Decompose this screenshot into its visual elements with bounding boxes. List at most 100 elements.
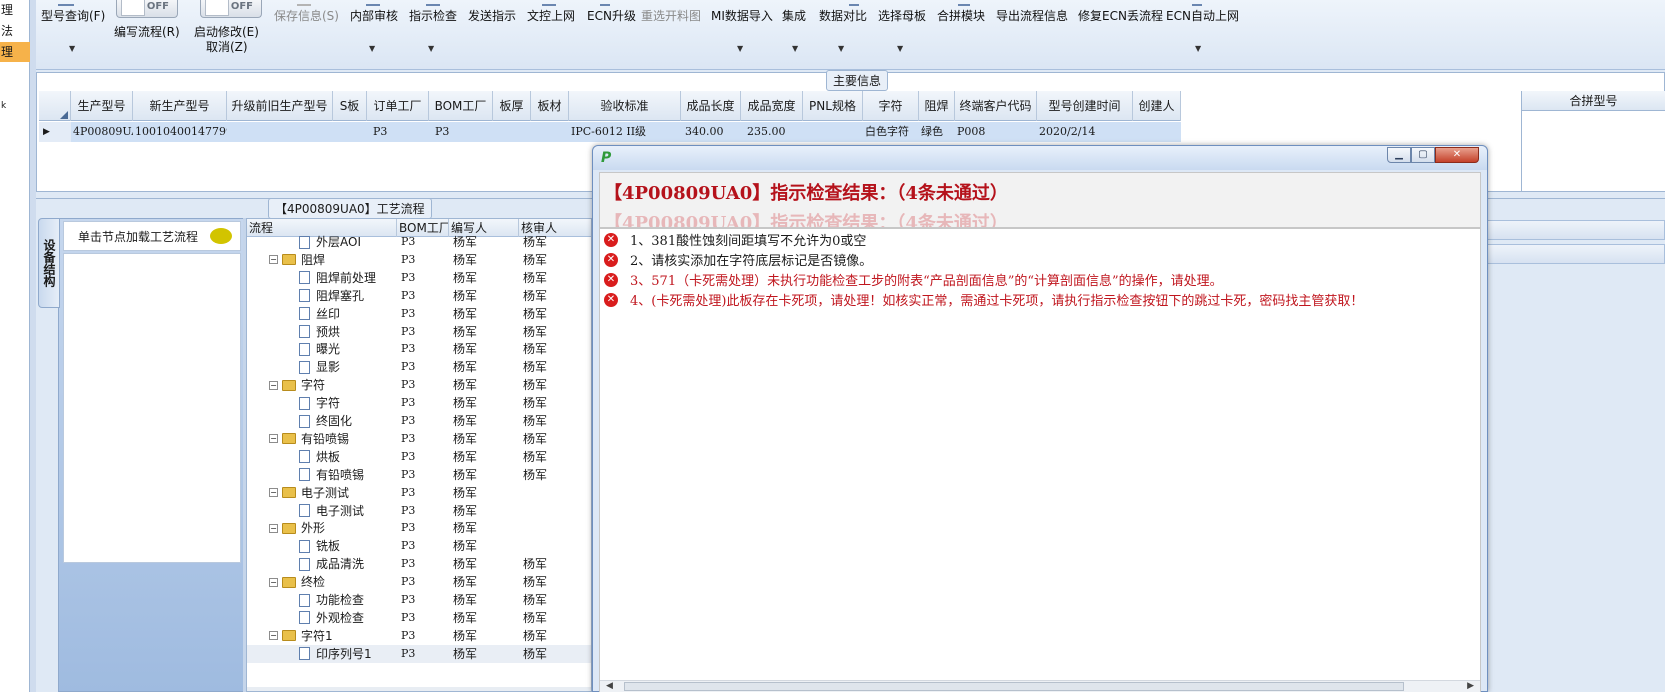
tree-node[interactable]: 丝印 bbox=[299, 305, 340, 323]
mi-import-button[interactable]: MI数据导入 bbox=[711, 8, 773, 24]
writer-cell[interactable]: 杨军 bbox=[453, 394, 477, 412]
factory-cell[interactable]: P3 bbox=[401, 251, 415, 269]
reviewer-cell[interactable]: 杨军 bbox=[523, 233, 547, 251]
choose-master-button[interactable]: 选择母板 bbox=[878, 8, 926, 24]
table-cell[interactable]: P3 bbox=[429, 122, 493, 142]
table-cell[interactable] bbox=[803, 122, 863, 142]
reviewer-cell[interactable]: 杨军 bbox=[523, 340, 547, 358]
table-cell[interactable]: 340.00 bbox=[681, 122, 741, 142]
writer-cell[interactable]: 杨军 bbox=[453, 305, 477, 323]
column-header[interactable]: 升级前旧生产型号 bbox=[227, 91, 333, 121]
left-nav-item[interactable]: 法 bbox=[0, 21, 30, 41]
column-header[interactable]: 验收标准 bbox=[569, 91, 681, 121]
factory-cell[interactable]: P3 bbox=[401, 502, 415, 520]
doc-upload-button[interactable]: 文控上网 bbox=[527, 8, 575, 24]
collapse-icon[interactable]: − bbox=[269, 577, 278, 587]
collapse-icon[interactable]: − bbox=[269, 523, 278, 533]
edit-flow-button[interactable]: 编写流程(R) bbox=[114, 23, 180, 40]
factory-cell[interactable]: P3 bbox=[401, 519, 415, 537]
chevron-down-icon[interactable]: ▼ bbox=[737, 44, 743, 53]
factory-cell[interactable]: P3 bbox=[401, 591, 415, 609]
tree-step-row[interactable]: 字符 P3 杨军 杨军 bbox=[247, 394, 591, 412]
tree-step-row[interactable]: 功能检查 P3 杨军 杨军 bbox=[247, 591, 591, 609]
tree-node[interactable]: 印序列号1 bbox=[299, 645, 372, 663]
factory-cell[interactable]: P3 bbox=[401, 233, 415, 251]
tree-step-row[interactable]: 电子测试 P3 杨军 bbox=[247, 502, 591, 520]
tree-node[interactable]: − 字符 bbox=[269, 376, 325, 394]
table-cell[interactable] bbox=[333, 122, 367, 142]
grid-corner[interactable] bbox=[39, 91, 71, 121]
chevron-down-icon[interactable]: ▼ bbox=[369, 44, 375, 53]
column-header[interactable]: 字符 bbox=[863, 91, 919, 121]
start-edit-toggle[interactable]: OFF bbox=[200, 0, 262, 18]
reselect-drawing-button[interactable]: 重选开料图 bbox=[641, 8, 701, 24]
reviewer-cell[interactable]: 杨军 bbox=[523, 645, 547, 663]
writer-cell[interactable]: 杨军 bbox=[453, 591, 477, 609]
check-failure-item[interactable]: ✕ 3、571（卡死需处理）未执行功能检查工步的附表“产品剖面信息”的“计算剖面信… bbox=[604, 270, 1223, 289]
writer-cell[interactable]: 杨军 bbox=[453, 537, 477, 555]
tree-node[interactable]: 烘板 bbox=[299, 448, 340, 466]
reviewer-cell[interactable]: 杨军 bbox=[523, 251, 547, 269]
tree-step-row[interactable]: 铣板 P3 杨军 bbox=[247, 537, 591, 555]
chevron-down-icon[interactable]: ▼ bbox=[838, 44, 844, 53]
writer-cell[interactable]: 杨军 bbox=[453, 412, 477, 430]
tree-node[interactable]: − 阻焊 bbox=[269, 251, 325, 269]
column-header[interactable]: S板 bbox=[333, 91, 367, 121]
factory-cell[interactable]: P3 bbox=[401, 484, 415, 502]
maximize-button[interactable]: ▢ bbox=[1411, 147, 1435, 163]
column-header[interactable]: 成品长度 bbox=[681, 91, 741, 121]
column-header[interactable]: 板材 bbox=[531, 91, 569, 121]
tree-node[interactable]: 阻焊塞孔 bbox=[299, 287, 364, 305]
writer-cell[interactable]: 杨军 bbox=[453, 555, 477, 573]
factory-cell[interactable]: P3 bbox=[401, 645, 415, 663]
horizontal-scrollbar[interactable]: ◀ ▶ bbox=[600, 680, 1480, 692]
writer-cell[interactable]: 杨军 bbox=[453, 376, 477, 394]
column-header[interactable]: PNL规格 bbox=[803, 91, 863, 121]
cancel-button[interactable]: 取消(Z) bbox=[206, 38, 248, 55]
factory-cell[interactable]: P3 bbox=[401, 340, 415, 358]
reviewer-cell[interactable]: 杨军 bbox=[523, 412, 547, 430]
tree-step-row[interactable]: 预烘 P3 杨军 杨军 bbox=[247, 323, 591, 341]
reviewer-cell[interactable]: 杨军 bbox=[523, 466, 547, 484]
column-header[interactable]: 板厚 bbox=[493, 91, 531, 121]
factory-cell[interactable]: P3 bbox=[401, 627, 415, 645]
writer-cell[interactable]: 杨军 bbox=[453, 233, 477, 251]
tree-group-row[interactable]: − 有铅喷锡 P3 杨军 杨军 bbox=[247, 430, 591, 448]
tree-node[interactable]: 预烘 bbox=[299, 323, 340, 341]
tree-node[interactable]: − 字符1 bbox=[269, 627, 333, 645]
check-failure-item[interactable]: ✕ 4、(卡死需处理)此板存在卡死项，请处理！如核实正常，需通过卡死项，请执行指示… bbox=[604, 290, 1363, 309]
tree-group-row[interactable]: − 阻焊 P3 杨军 杨军 bbox=[247, 251, 591, 269]
table-cell[interactable]: 2020/2/14 bbox=[1037, 122, 1133, 142]
horizontal-scrollbar[interactable] bbox=[247, 687, 591, 691]
chevron-down-icon[interactable]: ▼ bbox=[428, 44, 434, 53]
right-panel-bar[interactable] bbox=[1484, 244, 1665, 264]
reviewer-cell[interactable]: 杨军 bbox=[523, 358, 547, 376]
merge-model-header[interactable]: 合拼型号 bbox=[1522, 91, 1665, 111]
table-cell[interactable]: 10010400147799 bbox=[133, 122, 227, 142]
tree-group-row[interactable]: − 字符1 P3 杨军 杨军 bbox=[247, 627, 591, 645]
scroll-left-icon[interactable]: ◀ bbox=[606, 681, 613, 692]
tree-step-row[interactable]: 曝光 P3 杨军 杨军 bbox=[247, 340, 591, 358]
tree-step-row[interactable]: 阻焊塞孔 P3 杨军 杨军 bbox=[247, 287, 591, 305]
reviewer-cell[interactable]: 杨军 bbox=[523, 323, 547, 341]
left-nav-item[interactable]: k bbox=[0, 96, 30, 116]
collapse-icon[interactable]: − bbox=[269, 434, 278, 444]
chevron-down-icon[interactable]: ▼ bbox=[897, 44, 903, 53]
factory-cell[interactable]: P3 bbox=[401, 537, 415, 555]
scrollbar-thumb[interactable] bbox=[624, 682, 1404, 691]
reviewer-cell[interactable]: 杨军 bbox=[523, 287, 547, 305]
factory-cell[interactable]: P3 bbox=[401, 358, 415, 376]
writer-cell[interactable]: 杨军 bbox=[453, 287, 477, 305]
export-flow-button[interactable]: 导出流程信息 bbox=[996, 8, 1068, 24]
tree-step-row[interactable]: 阻焊前处理 P3 杨军 杨军 bbox=[247, 269, 591, 287]
column-header[interactable]: 新生产型号 bbox=[133, 91, 227, 121]
collapse-icon[interactable]: − bbox=[269, 488, 278, 498]
reviewer-cell[interactable]: 杨军 bbox=[523, 376, 547, 394]
table-cell[interactable]: 白色字符 bbox=[863, 122, 919, 142]
collapse-icon[interactable]: − bbox=[269, 255, 278, 265]
tree-node[interactable]: 阻焊前处理 bbox=[299, 269, 376, 287]
left-nav-item[interactable]: 理 bbox=[0, 0, 30, 20]
factory-cell[interactable]: P3 bbox=[401, 448, 415, 466]
tree-node[interactable]: 终固化 bbox=[299, 412, 352, 430]
tree-node[interactable]: − 终检 bbox=[269, 573, 325, 591]
